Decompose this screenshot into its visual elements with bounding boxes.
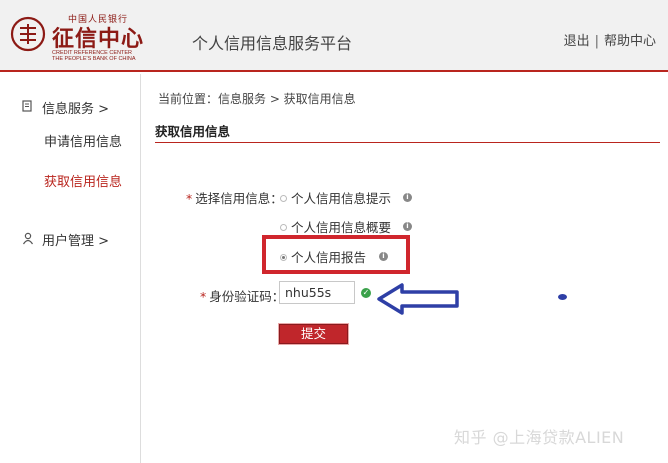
- logout-link[interactable]: 退出: [564, 34, 590, 49]
- sidebar-group-label: 用户管理 >: [42, 234, 110, 249]
- arrow-annotation-icon: [377, 283, 459, 315]
- option-label: 个人信用信息提示: [291, 191, 392, 206]
- watermark: 知乎 @上海贷款ALIEN: [454, 428, 625, 447]
- breadcrumb: 当前位置：信息服务 > 获取信用信息: [158, 92, 356, 106]
- option-credit-info-tip[interactable]: 个人信用信息提示 i: [280, 188, 412, 207]
- user-icon: [22, 232, 36, 249]
- submit-button[interactable]: 提交: [279, 324, 348, 344]
- verification-code-label: * 身份验证码：: [200, 286, 284, 305]
- sidebar-group-info-service[interactable]: 信息服务 >: [22, 98, 109, 117]
- logo: 中国人民银行 征信中心 CREDIT REFERENCE CENTER THE …: [10, 12, 160, 62]
- annotation-dot: [558, 294, 567, 300]
- site-title: 个人信用信息服务平台: [192, 34, 353, 53]
- info-icon[interactable]: i: [403, 222, 412, 231]
- info-icon[interactable]: i: [403, 193, 412, 202]
- verification-code-input[interactable]: [279, 281, 355, 304]
- select-label-text: 选择信用信息：: [195, 191, 283, 206]
- section-title: 获取信用信息: [155, 121, 660, 143]
- help-link[interactable]: 帮助中心: [604, 34, 656, 49]
- top-links: 退出 | 帮助中心: [564, 30, 656, 49]
- header: 中国人民银行 征信中心 CREDIT REFERENCE CENTER THE …: [0, 0, 668, 72]
- option-credit-info-summary[interactable]: 个人信用信息概要 i: [280, 217, 412, 236]
- select-credit-info-label: * 选择信用信息：: [186, 188, 283, 207]
- sidebar: 信息服务 > 申请信用信息 获取信用信息 用户管理 >: [0, 74, 141, 463]
- logo-emblem-icon: [10, 16, 46, 52]
- radio-button[interactable]: [280, 195, 287, 202]
- option-label: 个人信用信息概要: [291, 220, 392, 235]
- code-label-text: 身份验证码：: [209, 289, 285, 304]
- sidebar-group-label: 信息服务 >: [42, 102, 110, 117]
- sidebar-group-user-management[interactable]: 用户管理 >: [22, 230, 109, 249]
- radio-button[interactable]: [280, 224, 287, 231]
- document-icon: [22, 100, 36, 117]
- highlight-annotation-box: [262, 235, 410, 274]
- logo-main-text: 征信中心: [52, 26, 145, 52]
- required-mark: *: [186, 191, 193, 206]
- sidebar-item-apply-credit-info[interactable]: 申请信用信息: [44, 131, 122, 150]
- logo-en-line2: THE PEOPLE'S BANK OF CHINA: [52, 56, 136, 62]
- check-icon: ✓: [361, 288, 371, 298]
- link-separator: |: [594, 34, 599, 49]
- required-mark: *: [200, 289, 207, 304]
- sidebar-item-get-credit-info[interactable]: 获取信用信息: [44, 171, 122, 190]
